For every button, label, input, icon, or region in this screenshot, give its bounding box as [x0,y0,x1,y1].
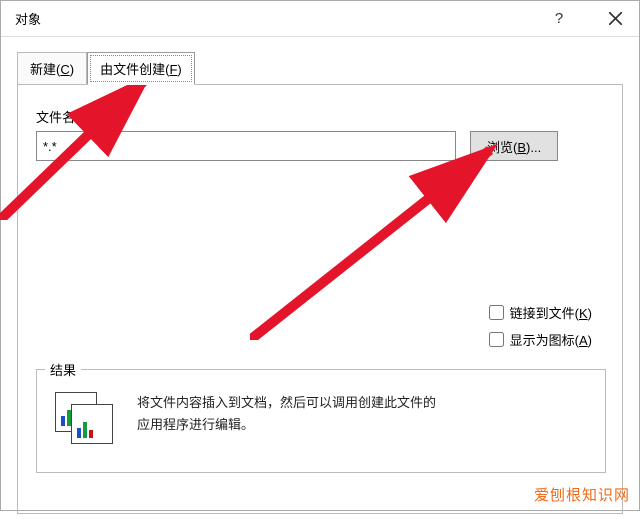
tab-from-file-accel: F [169,62,177,77]
display-as-icon-row[interactable]: 显示为图标(A) [489,330,592,349]
dialog-title: 对象 [15,9,41,28]
help-button[interactable]: ? [543,5,575,33]
watermark: 爱刨根知识网 [534,484,630,505]
tab-new-accel: C [60,62,69,77]
titlebar-controls: ? [543,5,631,33]
filename-row: 浏览(B)... [36,131,604,161]
close-button[interactable] [599,5,631,33]
options-group: 链接到文件(K) 显示为图标(A) [489,303,592,349]
result-fieldset: 结果 将文件内容插入到文档，然后可以调用创建此文件的应用程序进行编辑。 [36,369,606,473]
result-legend: 结果 [45,360,81,379]
titlebar: 对象 ? [1,1,639,37]
filename-label: 文件名(N) [36,107,604,126]
display-as-icon-label: 显示为图标(A) [510,330,592,349]
result-inner: 将文件内容插入到文档，然后可以调用创建此文件的应用程序进行编辑。 [55,392,587,444]
dialog-body: 新建(C) 由文件创建(F) 文件名(N) 浏览(B)... 链接到文件 [1,37,639,524]
link-to-file-row[interactable]: 链接到文件(K) [489,303,592,322]
tab-new[interactable]: 新建(C) [17,52,87,85]
browse-button[interactable]: 浏览(B)... [470,131,558,161]
tab-panel: 文件名(N) 浏览(B)... 链接到文件(K) 显示为 [17,84,623,514]
object-dialog: 对象 ? 新建(C) 由文件创建(F) 文件名(N) 浏览(B)... [0,0,640,511]
tab-from-file-label: 由文件创建 [100,62,165,77]
filename-input[interactable] [36,131,456,161]
result-description: 将文件内容插入到文档，然后可以调用创建此文件的应用程序进行编辑。 [137,392,447,436]
tab-new-label: 新建 [30,62,56,77]
result-group: 结果 将文件内容插入到文档，然后可以调用创建此文件的应用程序进行编辑。 [36,369,606,473]
display-as-icon-checkbox[interactable] [489,332,504,347]
link-to-file-label: 链接到文件(K) [510,303,592,322]
tab-from-file[interactable]: 由文件创建(F) [87,52,195,85]
link-to-file-checkbox[interactable] [489,305,504,320]
close-icon [609,12,622,25]
tab-strip: 新建(C) 由文件创建(F) [17,51,623,84]
document-chart-icon [55,392,119,444]
